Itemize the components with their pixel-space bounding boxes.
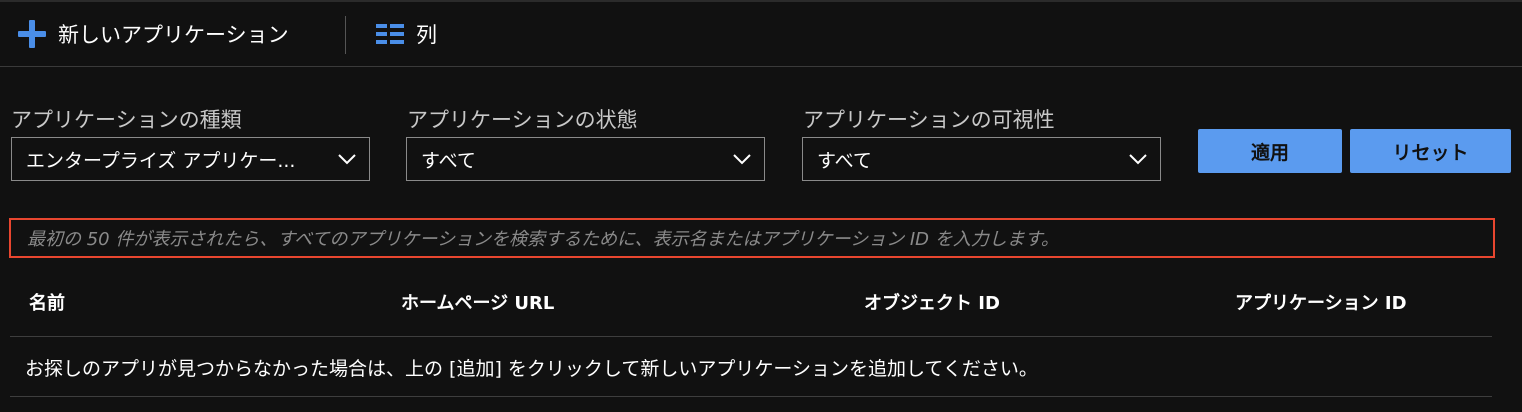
header-divider [10,336,1492,337]
reset-button[interactable]: リセット [1350,129,1511,173]
chevron-down-icon [338,154,356,165]
app-type-value: エンタープライズ アプリケー... [26,149,296,172]
app-status-value: すべて [421,149,476,172]
columns-icon [376,24,404,44]
column-header-application-id[interactable]: アプリケーション ID [1235,289,1407,315]
command-bar: 新しいアプリケーション 列 [0,2,1522,67]
app-type-select[interactable]: エンタープライズ アプリケー... [11,137,370,181]
column-header-name[interactable]: 名前 [29,289,65,315]
app-status-select[interactable]: すべて [406,137,765,181]
search-hint-text: 最初の 50 件が表示されたら、すべてのアプリケーションを検索するために、表示名… [27,229,1059,250]
search-hint-box[interactable]: 最初の 50 件が表示されたら、すべてのアプリケーションを検索するために、表示名… [9,218,1495,258]
new-application-button[interactable]: 新しいアプリケーション [18,16,289,52]
app-visibility-select[interactable]: すべて [802,137,1161,181]
apply-button[interactable]: 適用 [1198,129,1342,173]
column-header-object-id[interactable]: オブジェクト ID [864,289,1000,315]
row-divider [10,396,1492,397]
toolbar-separator [345,16,346,54]
chevron-down-icon [1129,154,1147,165]
empty-state-message: お探しのアプリが見つからなかった場合は、上の [追加] をクリックして新しいアプ… [25,358,1038,380]
app-status-label: アプリケーションの状態 [407,108,638,132]
columns-button[interactable]: 列 [376,16,437,52]
column-header-homepage-url[interactable]: ホームページ URL [401,289,554,315]
plus-icon [18,20,46,48]
columns-label: 列 [416,23,437,47]
chevron-down-icon [733,154,751,165]
app-visibility-label: アプリケーションの可視性 [803,108,1055,132]
app-type-label: アプリケーションの種類 [11,108,242,132]
new-application-label: 新しいアプリケーション [58,23,289,47]
app-visibility-value: すべて [817,149,872,172]
